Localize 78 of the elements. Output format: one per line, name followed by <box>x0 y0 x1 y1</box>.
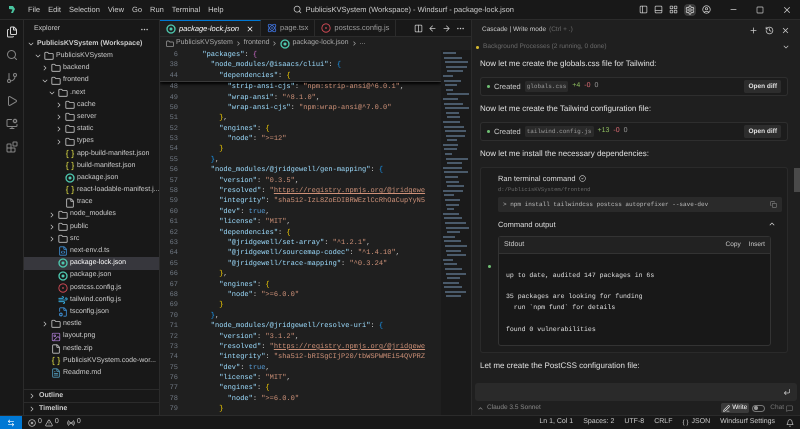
panel-toggle-icon[interactable] <box>654 5 663 14</box>
folder-icon <box>51 63 61 74</box>
sidebar-toggle-icon[interactable] <box>639 5 648 14</box>
json-file-icon <box>58 270 68 281</box>
message-text: Now let me install the necessary dependencies: <box>480 148 650 160</box>
folder-icon <box>51 76 61 86</box>
document-icon <box>51 368 61 378</box>
chevron-right-icon <box>234 40 242 47</box>
folder-icon <box>58 234 68 244</box>
forward-icon[interactable] <box>442 24 451 32</box>
search-icon[interactable] <box>6 49 18 61</box>
notification-icon[interactable] <box>786 418 794 426</box>
folder-icon <box>58 210 68 220</box>
copy-icon[interactable] <box>770 200 777 208</box>
search-icon[interactable] <box>292 5 302 14</box>
scrollbar-thumb[interactable] <box>794 168 800 192</box>
image-icon <box>51 332 61 342</box>
branch-icon[interactable] <box>6 72 18 84</box>
chevron-up-icon <box>477 404 484 412</box>
json-file-icon <box>65 173 75 184</box>
folder-icon <box>65 112 75 122</box>
braces-icon <box>65 185 75 196</box>
mode-switch[interactable] <box>752 404 766 412</box>
wind-icon <box>58 295 68 306</box>
enter-icon[interactable] <box>783 388 791 396</box>
braces-icon <box>65 160 75 171</box>
chat-icon <box>786 404 793 412</box>
error-icon <box>28 418 36 426</box>
back-icon[interactable] <box>428 24 437 32</box>
json-file-icon <box>280 38 290 48</box>
chevron-right-icon <box>271 40 278 47</box>
message-text: Now let me create the globals.css file for Tailwind: <box>480 58 658 70</box>
folder-icon <box>58 222 68 232</box>
warning-icon <box>44 418 53 426</box>
check-circle-icon <box>578 175 586 182</box>
app-logo-icon <box>8 5 16 14</box>
atom-icon <box>267 23 278 33</box>
json-file-icon <box>166 24 176 34</box>
dot-circle-icon <box>321 23 332 33</box>
json-file-icon <box>58 258 68 268</box>
folder-icon <box>65 124 75 134</box>
remote-explorer-icon[interactable] <box>6 118 18 130</box>
maximize-icon[interactable] <box>756 6 764 14</box>
dot-circle-icon <box>58 282 68 293</box>
account-icon[interactable] <box>702 5 711 14</box>
close-icon[interactable] <box>781 26 790 34</box>
remote-icon <box>7 418 15 426</box>
file-icon <box>51 344 61 354</box>
message-text: Now let me create the Tailwind configuration file: <box>480 103 652 115</box>
split-editor-icon[interactable] <box>414 24 423 32</box>
message-text: Let me create the PostCSS configuration file: <box>480 360 641 372</box>
files-icon[interactable] <box>6 26 18 38</box>
chevron-right-icon <box>350 40 358 47</box>
code-file-icon <box>58 246 68 256</box>
pen-icon <box>723 404 730 412</box>
extensions-icon[interactable] <box>6 141 18 153</box>
folder-icon <box>44 51 54 62</box>
chat-input[interactable] <box>475 383 797 401</box>
braces-icon <box>65 148 75 159</box>
close-icon[interactable] <box>782 4 792 14</box>
layout-icon[interactable] <box>669 5 678 14</box>
file-icon <box>65 198 75 208</box>
folder-icon <box>58 88 68 98</box>
config-file-icon <box>58 307 68 318</box>
chevron-down-icon[interactable] <box>782 43 790 51</box>
braces-icon <box>51 356 61 366</box>
settings-icon[interactable] <box>684 4 696 16</box>
remote-button[interactable] <box>0 416 22 429</box>
run-icon[interactable] <box>6 95 18 107</box>
close-tab-icon[interactable] <box>246 24 254 32</box>
folder-icon <box>65 136 75 147</box>
folder-icon <box>65 100 75 110</box>
folder-icon <box>51 319 61 330</box>
history-icon[interactable] <box>765 26 774 34</box>
new-chat-icon[interactable] <box>749 26 758 34</box>
braces-icon <box>682 419 690 426</box>
folder-icon <box>166 40 174 48</box>
ports-icon <box>66 418 75 426</box>
